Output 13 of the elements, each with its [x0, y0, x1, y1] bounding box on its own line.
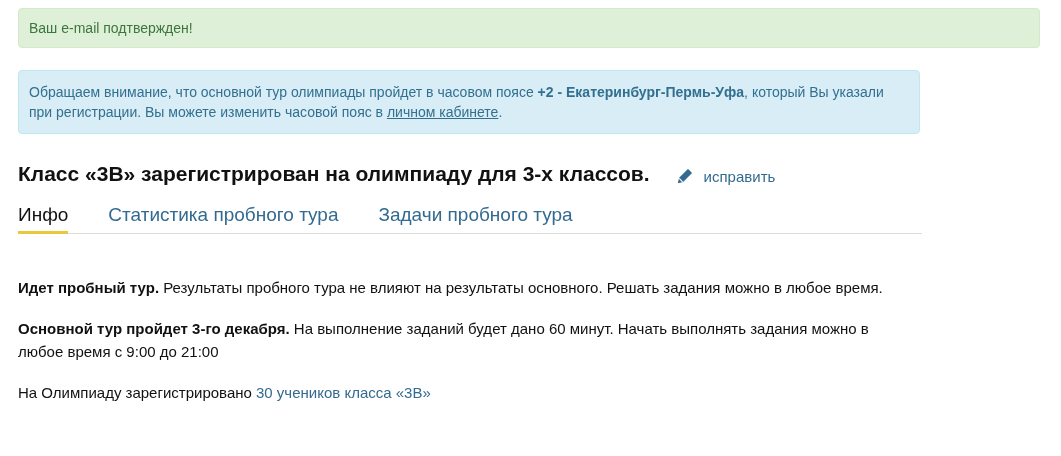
alert-text: Обращаем внимание, что основной тур олимпиады пройдет в часовом поясе +2 - Екатеринбург-Пермь-Уфа, который Вы указали при регистрации. Вы можете изменить часовой пояс в личном кабинете. [29, 84, 884, 120]
tab[interactable]: Задачи пробного тура [378, 200, 573, 234]
info-paragraph: Основной тур пройдет 3-го декабря. На выполнение заданий будет дано 60 минут. Начать выполнять задания можно в любое время с 9:00 до 21:00 [18, 319, 870, 362]
info-paragraph: На Олимпиаду зарегистрировано 30 учеников класса «3В» [18, 383, 432, 403]
info-paragraph: Идет пробный тур. Результаты пробного тура не влияют на результаты основного. Решать задания можно в любое время. [18, 278, 884, 298]
page-title: Класс «3В» зарегистрирован на олимпиаду для 3-х классов. [18, 162, 650, 186]
tab[interactable]: Статистика пробного тура [108, 200, 339, 234]
tab[interactable]: Инфо [18, 200, 69, 234]
account-link[interactable]: личном кабинете [386, 104, 499, 120]
students-link[interactable]: 30 учеников класса «3В» [256, 384, 431, 401]
edit-link[interactable]: исправить [675, 167, 776, 185]
alert-text: Ваш e-mail подтвержден! [29, 20, 193, 36]
pencil-icon [675, 167, 694, 185]
